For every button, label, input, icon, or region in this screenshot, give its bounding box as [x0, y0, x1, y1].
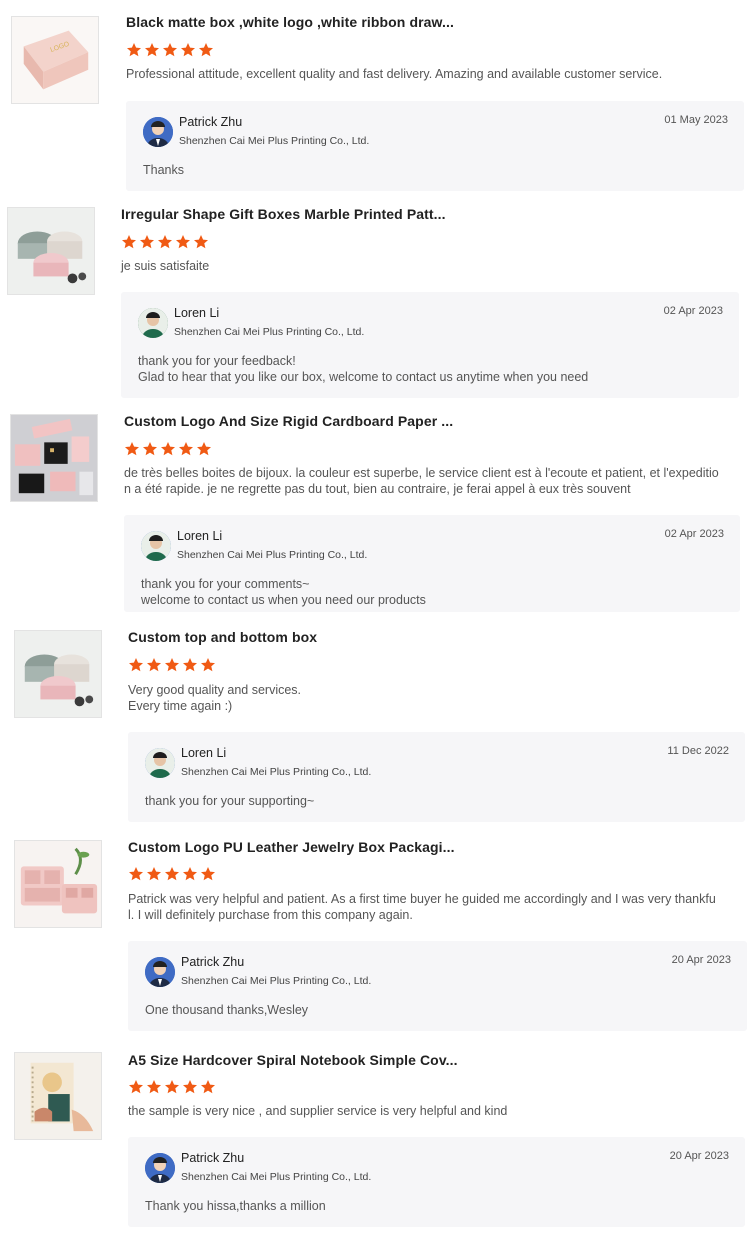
- star-icon: [147, 1080, 161, 1094]
- reply-author-name: Patrick Zhu: [181, 1151, 245, 1165]
- star-rating: [128, 1079, 216, 1095]
- spiral-notebook-image: [15, 1053, 101, 1139]
- product-thumbnail[interactable]: [14, 1052, 102, 1140]
- product-title[interactable]: A5 Size Hardcover Spiral Notebook Simple…: [128, 1052, 458, 1068]
- reply-date: 20 Apr 2023: [669, 1150, 729, 1162]
- star-icon: [201, 1080, 215, 1094]
- reply-company: Shenzhen Cai Mei Plus Printing Co., Ltd.: [181, 1171, 372, 1183]
- reply-text: Thank you hissa,thanks a million: [145, 1199, 326, 1213]
- star-icon: [129, 1080, 143, 1094]
- person-avatar-icon: [145, 1153, 175, 1183]
- avatar: [145, 1153, 175, 1183]
- supplier-reply: Patrick Zhu Shenzhen Cai Mei Plus Printi…: [128, 1137, 745, 1227]
- review-item: A5 Size Hardcover Spiral Notebook Simple…: [0, 0, 750, 1240]
- star-icon: [183, 1080, 197, 1094]
- star-icon: [165, 1080, 179, 1094]
- review-comment: the sample is very nice , and supplier s…: [128, 1104, 508, 1118]
